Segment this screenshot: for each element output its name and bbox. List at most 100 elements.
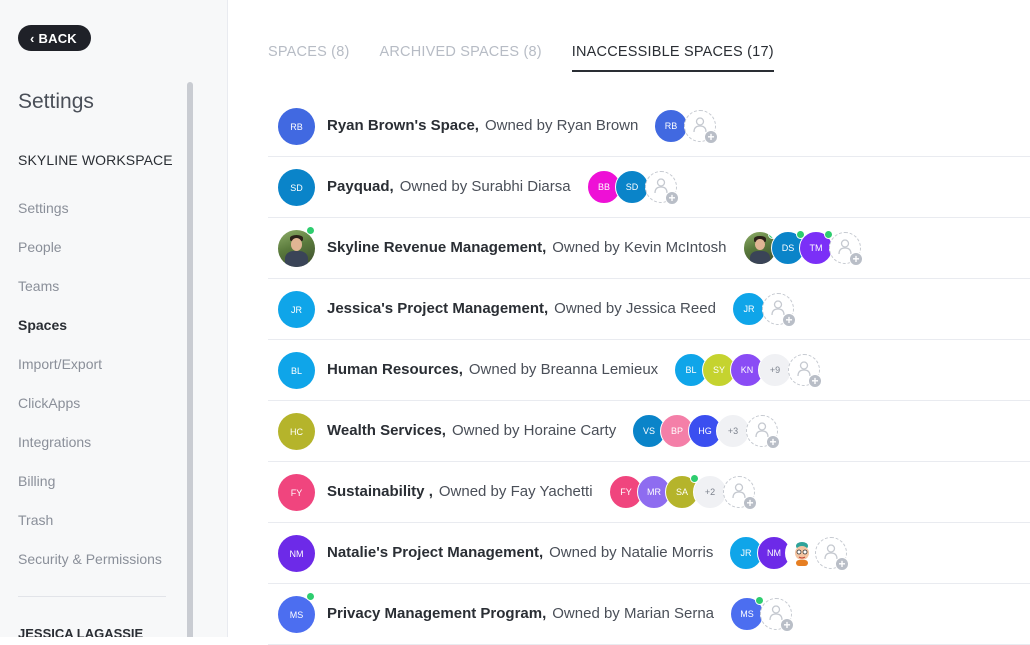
person-icon [693,117,707,133]
photo-body [285,251,308,267]
add-member-button[interactable]: + [746,415,780,449]
avatar-initials: TM [809,243,823,253]
space-row[interactable]: RB Ryan Brown's Space, Owned by Ryan Brown… [268,96,1030,157]
tab-spaces[interactable]: SPACES (8) [268,44,350,72]
avatar-initials: RB [290,121,303,132]
more-count: +2 [704,487,716,497]
avatar-initials: SA [675,487,688,497]
member-avatar[interactable]: JR [732,292,766,326]
space-title: Jessica's Project Management, Owned by Je… [327,300,716,317]
avatar-initials: DS [781,243,795,253]
space-members: MS + [730,596,794,632]
space-name[interactable]: Skyline Revenue Management, [327,239,546,256]
member-avatar[interactable]: +9 [758,353,792,387]
plus-icon: + [665,191,679,205]
add-member-button[interactable]: + [788,354,822,388]
sidebar-item-people[interactable]: People [18,238,162,277]
sidebar-item-trash[interactable]: Trash [18,511,162,550]
plus-icon: + [766,435,780,449]
person-icon [769,605,783,621]
space-row[interactable]: HC Wealth Services, Owned by Horaine Carty… [268,401,1030,462]
user-section-name: JESSICA LAGASSIE [18,626,144,637]
back-button[interactable]: ‹ BACK [18,25,91,51]
plus-icon: + [704,130,718,144]
space-row[interactable]: FY Sustainability , Owned by Fay Yachetti F… [268,462,1030,523]
space-owner-avatar: BL [278,352,315,389]
space-members: VS BP HG +3 + [632,414,780,449]
space-row[interactable]: SD Payquad, Owned by Surabhi Diarsa BB SD + [268,157,1030,218]
plus-icon: + [743,496,757,510]
avatar-initials: HC [290,426,303,437]
space-row[interactable]: Skyline Revenue Management, Owned by Kevi… [268,218,1030,279]
space-members: BB SD + [587,170,679,205]
avatar-initials: MR [647,487,661,497]
space-owner: Owned by Jessica Reed [554,300,716,317]
photo-face [290,238,303,251]
avatar-initials: NM [289,548,304,559]
sidebar-item-spaces[interactable]: Spaces [18,316,162,355]
more-count: +9 [769,365,781,375]
avatar-initials: SY [712,365,725,375]
add-member-button[interactable]: + [829,232,863,266]
space-row[interactable]: NM Natalie's Project Management, Owned by … [268,523,1030,584]
sidebar-item-security-permissions[interactable]: Security & Permissions [18,550,162,589]
chevron-left-icon: ‹ [30,30,35,46]
space-name[interactable]: Sustainability , [327,483,433,500]
member-avatar[interactable]: MS [730,596,764,631]
space-name[interactable]: Natalie's Project Management, [327,544,543,561]
sidebar-item-settings[interactable]: Settings [18,199,162,238]
space-owner: Owned by Horaine Carty [451,422,617,439]
member-avatar[interactable]: +2 [693,475,727,509]
add-member-button[interactable]: + [723,476,757,510]
member-avatar[interactable]: SD [615,170,649,204]
tab-inaccessible-spaces[interactable]: INACCESSIBLE SPACES (17) [571,44,774,72]
person-icon [824,544,838,560]
add-member-button[interactable]: + [684,110,718,144]
member-avatar[interactable]: RB [654,109,688,143]
avatar-initials: MS [289,609,304,620]
sidebar-item-teams[interactable]: Teams [18,277,162,316]
avatar-initials: BB [597,182,610,192]
space-owner: Owned by Natalie Morris [549,544,714,561]
emoji-avatar[interactable] [785,536,819,570]
member-avatar[interactable]: TM [799,230,833,265]
avatar-initials: SD [625,182,639,192]
space-owner: Owned by Marian Serna [552,605,715,622]
sidebar-item-clickapps[interactable]: ClickApps [18,394,162,433]
person-icon [797,361,811,377]
space-title: Wealth Services, Owned by Horaine Carty [327,422,616,439]
plus-icon: + [808,374,822,388]
space-name[interactable]: Jessica's Project Management, [327,300,548,317]
space-members: JR + [732,292,796,327]
add-member-button[interactable]: + [760,598,794,632]
sidebar-item-billing[interactable]: Billing [18,472,162,511]
person-icon [838,239,852,255]
add-member-button[interactable]: + [762,293,796,327]
person-icon [654,178,668,194]
avatar-initials: JR [743,304,755,314]
avatar-initials: BP [670,426,683,436]
space-owner-avatar: MS [278,596,315,633]
tab-archived-spaces[interactable]: ARCHIVED SPACES (8) [380,44,542,72]
space-row[interactable]: BL Human Resources, Owned by Breanna Lemie… [268,340,1030,401]
avatar-initials: BL [685,365,697,375]
add-member-button[interactable]: + [815,537,849,571]
space-name[interactable]: Wealth Services, [327,422,446,439]
user-photo-avatar [278,230,315,267]
space-row[interactable]: MS Privacy Management Program, Owned by Ma… [268,584,1030,645]
member-avatar[interactable]: +3 [716,414,750,448]
settings-sidebar: ‹ BACK Settings SKYLINE WORKSPACE Settin… [0,0,228,637]
sidebar-item-integrations[interactable]: Integrations [18,433,162,472]
space-row[interactable]: JR Jessica's Project Management, Owned by … [268,279,1030,340]
avatar-initials: FY [620,487,632,497]
sidebar-scrollbar[interactable] [187,82,193,637]
space-name[interactable]: Payquad, [327,178,394,195]
avatar-initials: JR [740,548,752,558]
space-name[interactable]: Human Resources, [327,361,463,378]
sidebar-item-import-export[interactable]: Import/Export [18,355,162,394]
space-name[interactable]: Privacy Management Program, [327,605,546,622]
photo-face [755,239,765,250]
add-member-button[interactable]: + [645,171,679,205]
space-name[interactable]: Ryan Brown's Space, [327,117,479,134]
avatar-initials: RB [664,121,678,131]
